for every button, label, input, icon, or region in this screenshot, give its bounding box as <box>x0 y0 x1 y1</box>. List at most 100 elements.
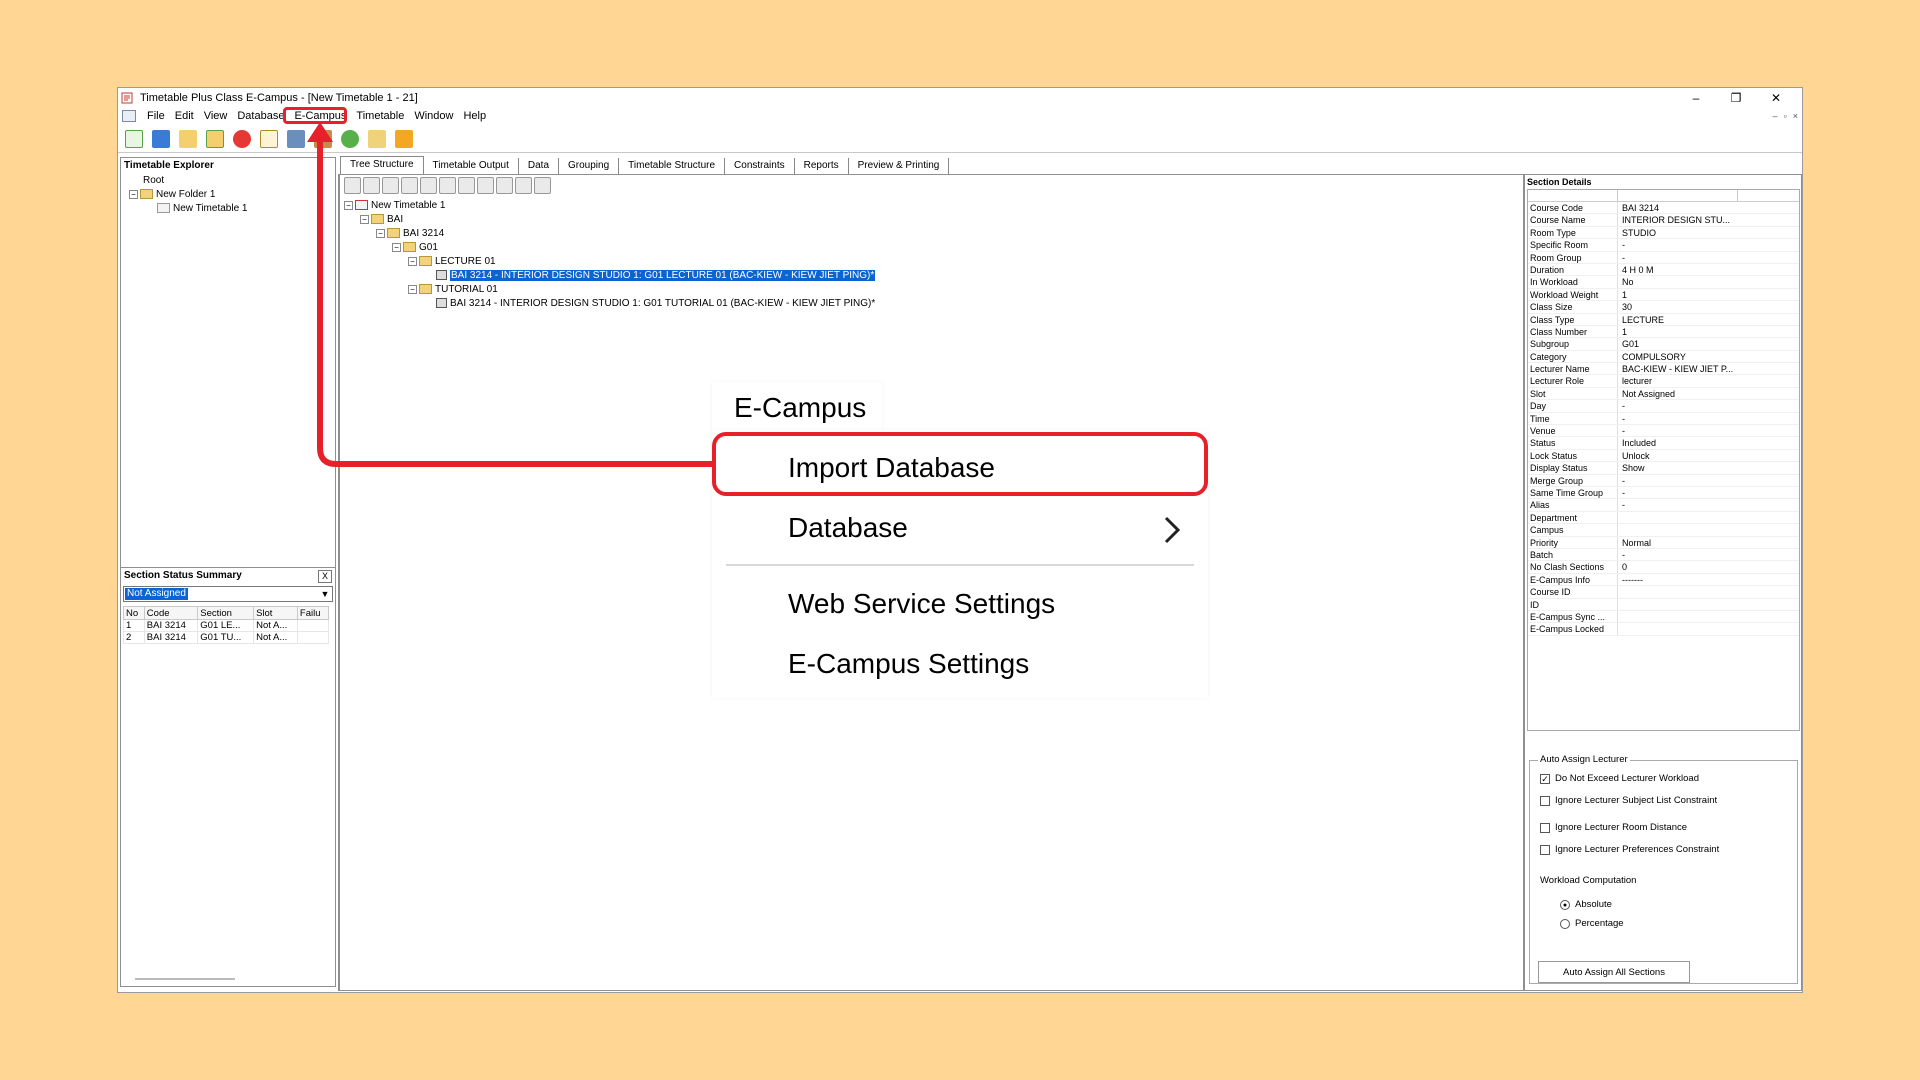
refresh-icon[interactable] <box>534 177 551 194</box>
table-row[interactable]: 2 BAI 3214 G01 TU... Not A... <box>123 631 330 644</box>
detail-row[interactable]: Course ID <box>1528 586 1799 599</box>
document-icon[interactable] <box>122 110 136 122</box>
stop-icon[interactable] <box>229 126 254 151</box>
back-icon[interactable] <box>363 177 380 194</box>
download-icon[interactable] <box>477 177 494 194</box>
grid-icon[interactable] <box>382 177 399 194</box>
mdi-restore-button[interactable]: ▫ <box>1784 108 1787 124</box>
tab-data[interactable]: Data <box>519 158 560 174</box>
split-icon[interactable] <box>420 177 437 194</box>
detail-row[interactable]: Status Included <box>1528 437 1799 450</box>
detail-row[interactable]: Room Group - <box>1528 251 1799 264</box>
minimize-button[interactable]: – <box>1676 88 1716 108</box>
checkbox-unchecked[interactable] <box>1540 822 1550 833</box>
users-icon[interactable] <box>310 126 335 151</box>
menu-file[interactable]: File <box>142 108 170 124</box>
detail-row[interactable]: In Workload No <box>1528 276 1799 289</box>
detail-row[interactable]: Subgroup G01 <box>1528 338 1799 351</box>
detail-row[interactable]: Room Type STUDIO <box>1528 226 1799 240</box>
collapse-icon[interactable]: − <box>360 214 369 224</box>
print-icon[interactable] <box>401 177 418 194</box>
new-icon[interactable] <box>121 126 146 151</box>
tab-reports[interactable]: Reports <box>795 158 849 174</box>
checkbox-unchecked[interactable] <box>1540 795 1550 806</box>
menu-timetable[interactable]: Timetable <box>351 108 409 124</box>
checkbox-do-not-exceed-workload[interactable]: ✓ Do Not Exceed Lecturer Workload <box>1540 773 1699 784</box>
add-folder-icon[interactable] <box>202 126 227 151</box>
detail-row[interactable]: Batch - <box>1528 548 1799 562</box>
detail-row[interactable]: Same Time Group - <box>1528 486 1799 500</box>
detail-row[interactable]: Slot Not Assigned <box>1528 387 1799 401</box>
detail-row[interactable]: Class Number 1 <box>1528 325 1799 339</box>
mdi-minimize-button[interactable]: – <box>1773 108 1778 124</box>
tree-node-tutorial[interactable]: − TUTORIAL 01 <box>344 283 875 297</box>
checkbox-ignore-preferences[interactable]: Ignore Lecturer Preferences Constraint <box>1540 844 1719 855</box>
detail-row[interactable]: Time - <box>1528 412 1799 426</box>
detail-row[interactable]: Merge Group - <box>1528 474 1799 487</box>
radio-unselected[interactable] <box>1560 918 1570 929</box>
tab-constraints[interactable]: Constraints <box>725 158 795 174</box>
menu-item-web-service-settings[interactable]: Web Service Settings <box>788 584 1055 624</box>
tree-node-tutorial-section[interactable]: BAI 3214 - INTERIOR DESIGN STUDIO 1: G01… <box>344 297 875 311</box>
menu-view[interactable]: View <box>199 108 233 124</box>
refresh-icon[interactable] <box>337 126 362 151</box>
detail-row[interactable]: Lecturer Role lecturer <box>1528 375 1799 388</box>
tree-node-course[interactable]: − BAI 3214 <box>344 227 875 241</box>
remove-icon[interactable] <box>439 177 456 194</box>
book-icon[interactable] <box>256 126 281 151</box>
detail-row[interactable]: Course Code BAI 3214 <box>1528 202 1799 215</box>
report-icon[interactable] <box>283 126 308 151</box>
restore-button[interactable]: ❐ <box>1716 88 1756 108</box>
detail-row[interactable]: E-Campus Info ------- <box>1528 573 1799 587</box>
tree-node-root[interactable]: Root <box>121 174 335 188</box>
detail-row[interactable]: Lock Status Unlock <box>1528 449 1799 463</box>
detail-row[interactable]: Workload Weight 1 <box>1528 288 1799 302</box>
tab-preview-printing[interactable]: Preview & Printing <box>849 158 950 174</box>
detail-row[interactable]: Alias - <box>1528 499 1799 512</box>
tree-node-lecture-section[interactable]: BAI 3214 - INTERIOR DESIGN STUDIO 1: G01… <box>344 269 876 283</box>
detail-row[interactable]: E-Campus Sync ... <box>1528 610 1799 624</box>
menu-help[interactable]: Help <box>458 108 491 124</box>
tree-node-folder[interactable]: − New Folder 1 <box>121 188 335 202</box>
detail-row[interactable]: Day - <box>1528 400 1799 413</box>
checkbox-checked[interactable]: ✓ <box>1540 773 1550 784</box>
detail-row[interactable]: Course Name INTERIOR DESIGN STU... <box>1528 214 1799 227</box>
tree-node-group[interactable]: − G01 <box>344 241 875 255</box>
column-header[interactable]: Code <box>143 606 199 620</box>
collapse-icon[interactable]: − <box>376 228 385 238</box>
detail-row[interactable]: Specific Room - <box>1528 239 1799 252</box>
collapse-icon[interactable]: − <box>408 284 417 294</box>
collapse-icon[interactable]: − <box>392 242 401 252</box>
auto-assign-all-button[interactable]: Auto Assign All Sections <box>1538 961 1690 983</box>
folder-icon[interactable] <box>344 177 361 194</box>
collapse-icon[interactable]: − <box>408 256 417 266</box>
tree-node-timetable[interactable]: New Timetable 1 <box>121 202 335 216</box>
menu-item-e-campus-settings[interactable]: E-Campus Settings <box>788 644 1029 684</box>
tab-timetable-output[interactable]: Timetable Output <box>424 158 519 174</box>
detail-row[interactable]: Display Status Show <box>1528 462 1799 475</box>
column-header[interactable]: No <box>123 606 145 620</box>
menu-window[interactable]: Window <box>409 108 458 124</box>
radio-selected[interactable]: ● <box>1560 899 1570 910</box>
checkbox-unchecked[interactable] <box>1540 844 1550 855</box>
radio-percentage[interactable]: Percentage <box>1560 918 1624 929</box>
detail-row[interactable]: No Clash Sections 0 <box>1528 561 1799 574</box>
tree-node-bai[interactable]: − BAI <box>344 213 875 227</box>
collapse-icon[interactable]: − <box>344 200 353 210</box>
upload-icon[interactable] <box>364 126 389 151</box>
detail-row[interactable]: Priority Normal <box>1528 536 1799 549</box>
detail-row[interactable]: Campus <box>1528 524 1799 537</box>
menu-item-database[interactable]: Database <box>788 508 908 548</box>
close-button[interactable]: ✕ <box>1756 88 1796 108</box>
chevron-down-icon[interactable]: ▼ <box>318 587 332 601</box>
column-header[interactable]: Section <box>197 606 255 620</box>
upload-icon[interactable] <box>496 177 513 194</box>
save-icon[interactable] <box>148 126 173 151</box>
table-row[interactable]: 1 BAI 3214 G01 LE... Not A... <box>123 619 330 632</box>
menu-edit[interactable]: Edit <box>170 108 199 124</box>
tree-node-lecture[interactable]: − LECTURE 01 <box>344 255 875 269</box>
horizontal-scrollbar[interactable] <box>135 978 235 980</box>
arrow-right-icon[interactable] <box>391 126 416 151</box>
detail-row[interactable]: Lecturer Name BAC-KIEW - KIEW JIET P... <box>1528 363 1799 376</box>
checkbox-ignore-room-distance[interactable]: Ignore Lecturer Room Distance <box>1540 822 1687 833</box>
